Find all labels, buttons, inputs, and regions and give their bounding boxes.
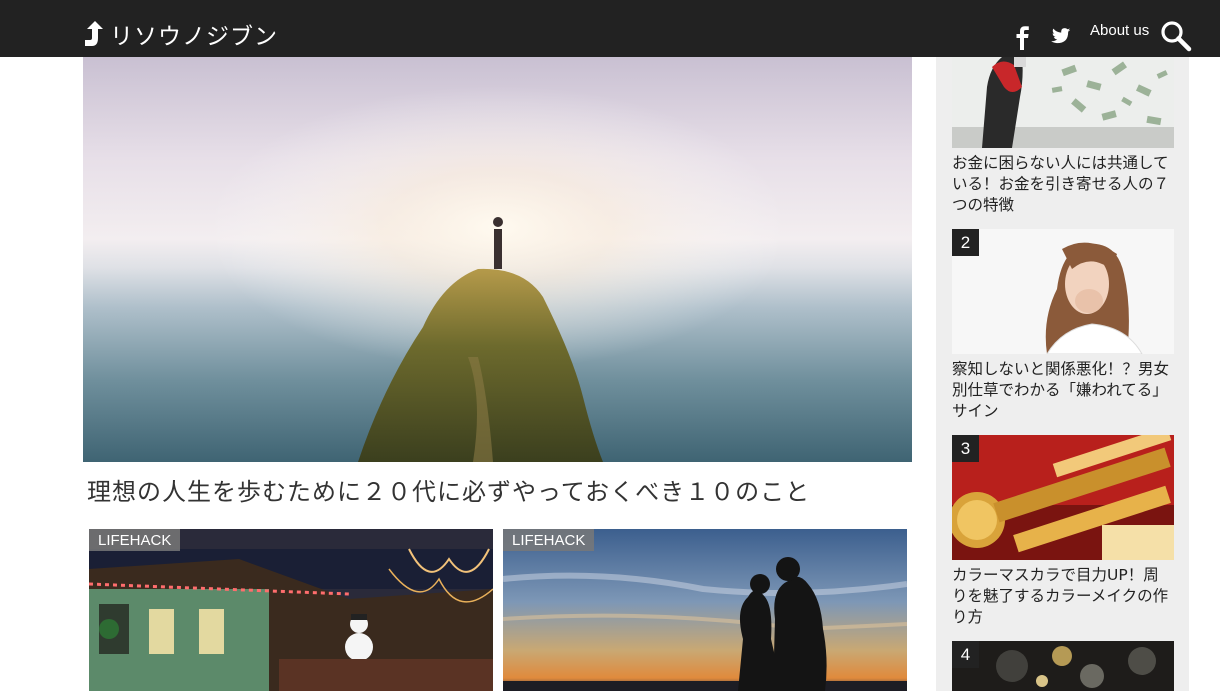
article-card-image bbox=[503, 529, 907, 691]
article-card[interactable]: LIFEHACK bbox=[503, 529, 907, 691]
ranking-item-image: 4 bbox=[952, 641, 1174, 691]
site-logo-text: リソウノジブン bbox=[110, 24, 278, 50]
ranking-item-image: 3 bbox=[952, 435, 1174, 560]
hero-article-title[interactable]: 理想の人生を歩むために２０代に必ずやっておくべき１０のこと bbox=[87, 472, 810, 507]
ranking-item-3[interactable]: 3 カラーマスカラで目力UP！周りを魅了するカラーメイクの作り方 bbox=[952, 435, 1174, 628]
ranking-item-4[interactable]: 4 bbox=[952, 641, 1174, 691]
ranking-item-title[interactable]: カラーマスカラで目力UP！周りを魅了するカラーメイクの作り方 bbox=[952, 565, 1174, 628]
hero-featured-image[interactable] bbox=[83, 57, 912, 462]
rank-number: 3 bbox=[952, 435, 979, 462]
facebook-icon[interactable] bbox=[1012, 24, 1032, 50]
ranking-item-image: 2 bbox=[952, 229, 1174, 354]
rank-number: 2 bbox=[952, 229, 979, 256]
up-arrow-icon bbox=[85, 21, 103, 46]
search-icon[interactable] bbox=[1160, 20, 1192, 52]
ranking-item-2[interactable]: 2 察知しないと関係悪化！？男女別仕草でわかる「嫌われてる」サイン bbox=[952, 229, 1174, 422]
ranking-item-image bbox=[952, 57, 1174, 148]
ranking-item-1[interactable]: お金に困らない人には共通している！お金を引き寄せる人の７つの特徴 bbox=[952, 57, 1174, 216]
article-card-image bbox=[89, 529, 493, 691]
category-tag[interactable]: LIFEHACK bbox=[89, 529, 181, 551]
rank-number: 4 bbox=[952, 641, 979, 668]
ranking-item-title[interactable]: 察知しないと関係悪化！？男女別仕草でわかる「嫌われてる」サイン bbox=[952, 359, 1174, 422]
ranking-item-title[interactable]: お金に困らない人には共通している！お金を引き寄せる人の７つの特徴 bbox=[952, 153, 1174, 216]
about-us-link[interactable]: About us bbox=[1090, 22, 1149, 39]
twitter-icon[interactable] bbox=[1051, 26, 1071, 46]
article-card[interactable]: LIFEHACK bbox=[89, 529, 493, 691]
site-logo[interactable]: リソウノジブン bbox=[82, 19, 278, 50]
category-tag[interactable]: LIFEHACK bbox=[503, 529, 595, 551]
top-navigation-bar: リソウノジブン About us bbox=[0, 0, 1220, 57]
